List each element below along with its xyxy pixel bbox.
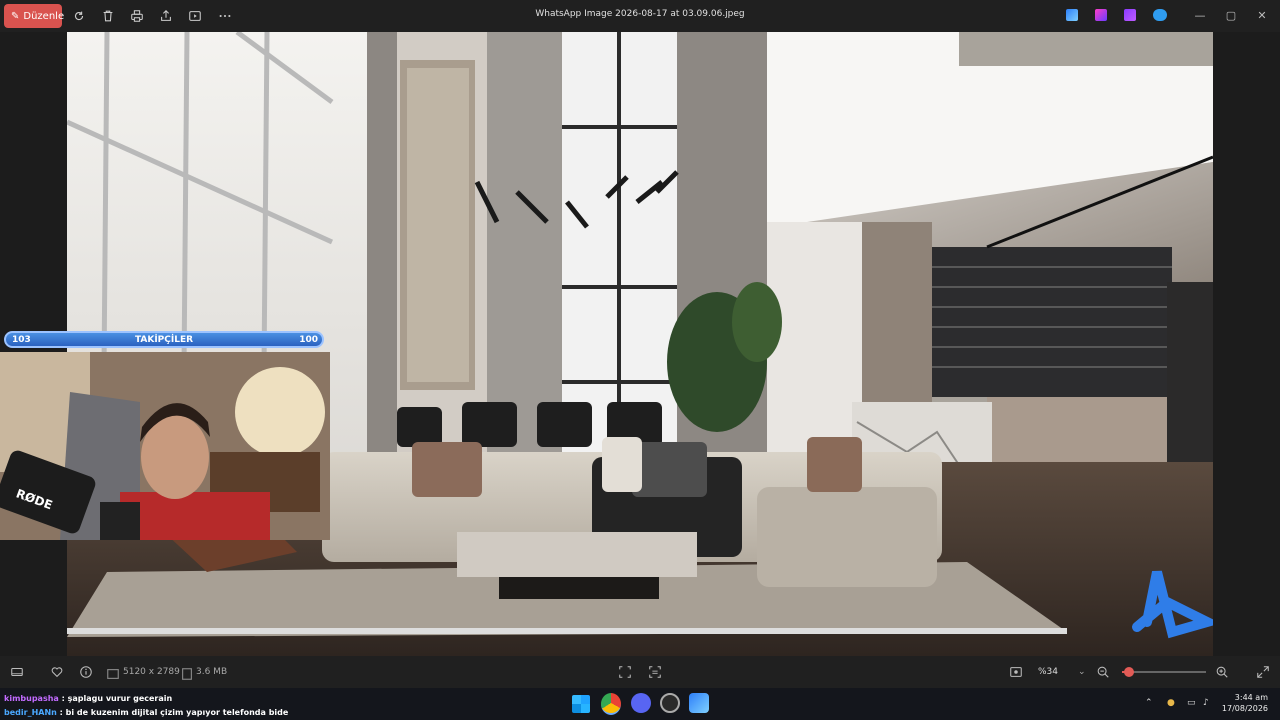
filmstrip-icon[interactable] xyxy=(10,665,24,679)
share-icon[interactable] xyxy=(158,8,174,24)
clock-time: 3:44 am xyxy=(1234,693,1268,702)
chat-message: bedir_HANn : bi de kuzenim dijital çizim… xyxy=(4,708,288,717)
more-icon[interactable] xyxy=(217,8,233,24)
microphone-icon[interactable]: ● xyxy=(1167,698,1175,708)
chat-username: kimbupasha xyxy=(4,694,59,703)
designer-app-icon[interactable] xyxy=(1095,9,1107,21)
edit-label: Düzenle xyxy=(23,10,65,22)
followers-label: TAKİPÇİLER xyxy=(134,335,194,345)
title-bar: ✎ Düzenle WhatsApp Image 2026-08-17 at 0… xyxy=(0,0,1280,32)
minimize-button[interactable]: — xyxy=(1191,8,1209,24)
slideshow-icon[interactable] xyxy=(187,8,203,24)
network-icon[interactable]: ▭ xyxy=(1187,698,1196,708)
volume-icon[interactable]: ♪ xyxy=(1203,698,1209,708)
edit-button[interactable]: ✎ Düzenle xyxy=(4,4,65,28)
delete-icon[interactable] xyxy=(100,8,116,24)
crop-select-icon[interactable] xyxy=(618,665,632,679)
dimensions-icon xyxy=(106,667,119,679)
print-icon[interactable] xyxy=(129,8,145,24)
followers-goal-bar: 103 TAKİPÇİLER 100 xyxy=(4,331,324,348)
windows-start-icon[interactable] xyxy=(572,695,590,713)
fullscreen-icon[interactable] xyxy=(1256,665,1270,679)
rotate-icon[interactable] xyxy=(71,8,87,24)
close-button[interactable]: ✕ xyxy=(1253,8,1271,24)
clock-date: 17/08/2026 xyxy=(1221,704,1268,713)
webcam-overlay: RØDE xyxy=(0,352,330,540)
info-icon[interactable] xyxy=(79,665,93,679)
fit-to-window-icon[interactable] xyxy=(1009,665,1023,679)
chat-message: kimbupasha : şaplagu vurur gecerain xyxy=(4,694,172,703)
chrome-icon[interactable] xyxy=(601,693,621,715)
chevron-down-icon: ⌄ xyxy=(1078,667,1086,677)
text-recognition-icon[interactable] xyxy=(648,665,662,679)
chat-text: : bi de kuzenim dijital çizim yapıyor te… xyxy=(56,708,289,717)
bottom-toolbar: 5120 x 2789 3.6 MB %34 ⌄ xyxy=(0,656,1280,688)
image-viewer[interactable]: 103 TAKİPÇİLER 100 RØDE xyxy=(0,32,1280,656)
obs-icon[interactable] xyxy=(660,693,680,713)
photos-app-icon[interactable] xyxy=(1066,9,1078,21)
webcam-feed: RØDE xyxy=(0,352,330,540)
favorite-icon[interactable] xyxy=(50,665,64,679)
zoom-slider-knob[interactable] xyxy=(1123,667,1134,677)
file-size: 3.6 MB xyxy=(196,667,228,677)
chevron-up-icon[interactable]: ⌃ xyxy=(1145,698,1153,708)
chat-text: : şaplagu vurur gecerain xyxy=(58,694,173,703)
followers-goal: 100 xyxy=(299,335,318,345)
discord-icon[interactable] xyxy=(631,693,651,713)
taskbar-clock[interactable]: 3:44 am 17/08/2026 xyxy=(1222,692,1268,714)
zoom-dropdown[interactable]: %34 ⌄ xyxy=(1034,662,1086,682)
maximize-button[interactable]: ▢ xyxy=(1222,8,1240,24)
chat-username: bedir_HANn xyxy=(4,708,57,717)
zoom-out-icon[interactable] xyxy=(1096,665,1110,679)
onedrive-icon[interactable] xyxy=(1153,9,1167,21)
clipchamp-app-icon[interactable] xyxy=(1124,9,1136,21)
edit-icon: ✎ xyxy=(11,10,20,22)
image-dimensions: 5120 x 2789 xyxy=(123,667,180,677)
photos-taskbar-icon[interactable] xyxy=(689,693,709,713)
zoom-slider[interactable] xyxy=(1122,667,1206,677)
zoom-level: %34 xyxy=(1038,667,1059,677)
file-size-icon xyxy=(180,667,192,680)
zoom-in-icon[interactable] xyxy=(1215,665,1229,679)
